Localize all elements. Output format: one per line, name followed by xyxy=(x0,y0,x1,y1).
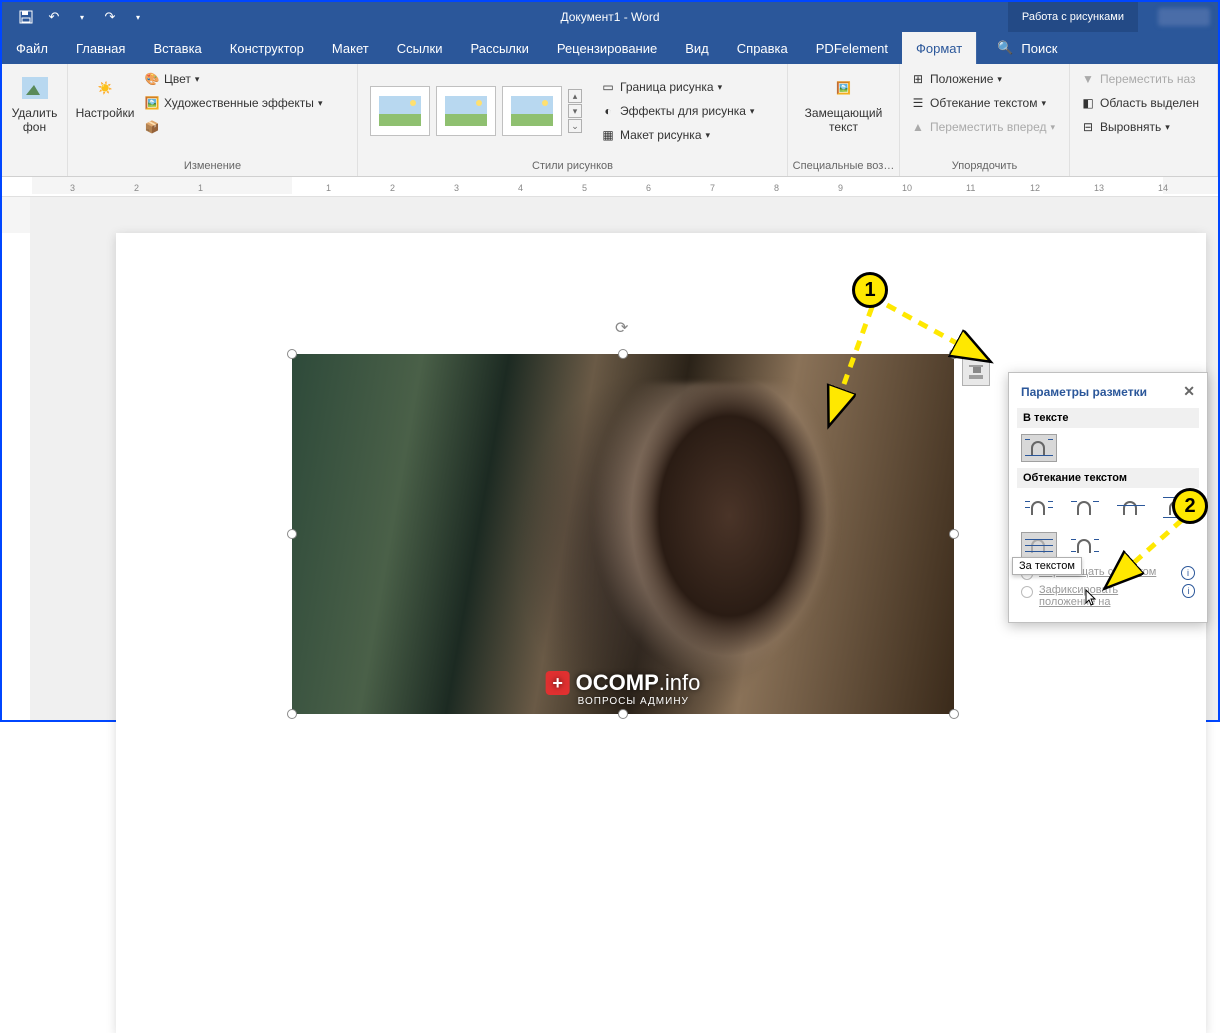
qat-customize-icon[interactable]: ▾ xyxy=(126,5,150,29)
brightness-icon: ☀️ xyxy=(89,72,121,104)
tab-home[interactable]: Главная xyxy=(62,32,139,64)
picture-effects-button[interactable]: ◐Эффекты для рисунка▾ xyxy=(596,100,758,122)
search-box[interactable]: 🔍 Поиск xyxy=(976,32,1077,64)
undo-dropdown-icon[interactable]: ▾ xyxy=(70,5,94,29)
remove-background-button[interactable]: Удалить фон xyxy=(8,68,61,138)
align-icon: ⊟ xyxy=(1080,119,1096,135)
selection-icon: ◧ xyxy=(1080,95,1096,111)
group-arrange-label: Упорядочить xyxy=(900,158,1069,176)
send-backward-button[interactable]: ▼Переместить наз xyxy=(1076,68,1203,90)
style-option-2[interactable] xyxy=(436,86,496,136)
backward-icon: ▼ xyxy=(1080,71,1096,87)
rotate-handle[interactable]: ⟳ xyxy=(615,318,631,334)
tab-layout[interactable]: Макет xyxy=(318,32,383,64)
tab-file[interactable]: Файл xyxy=(2,32,62,64)
wrap-through-option[interactable] xyxy=(1113,494,1149,522)
tab-format[interactable]: Формат xyxy=(902,32,976,64)
alt-text-icon: 🖼️ xyxy=(828,72,860,104)
position-icon: ⊞ xyxy=(910,71,926,87)
ribbon-tabs: Файл Главная Вставка Конструктор Макет С… xyxy=(2,32,1218,64)
resize-handle-tm[interactable] xyxy=(618,349,628,359)
wrap-square-option[interactable] xyxy=(1021,494,1057,522)
title-bar: ↶ ▾ ↷ ▾ Документ1 - Word Работа с рисунк… xyxy=(2,2,1218,32)
document-title: Документ1 - Word xyxy=(560,10,659,24)
radio-fix-position[interactable]: Зафиксировать положение наi xyxy=(1021,584,1195,608)
inserted-picture[interactable]: + OCOMP.info ВОПРОСЫ АДМИНУ ⟳ xyxy=(292,354,954,714)
wrap-icon: ☰ xyxy=(910,95,926,111)
picture-border-button[interactable]: ▭Граница рисунка▾ xyxy=(596,76,758,98)
corrections-button[interactable]: ☀️Настройки xyxy=(74,68,136,124)
resize-handle-lm[interactable] xyxy=(287,529,297,539)
layout-icon: ▦ xyxy=(600,127,616,143)
wrap-front-option[interactable] xyxy=(1067,532,1103,560)
border-icon: ▭ xyxy=(600,79,616,95)
group-styles-label: Стили рисунков xyxy=(358,158,787,176)
align-button[interactable]: ⊟Выровнять▾ xyxy=(1076,116,1203,138)
undo-icon[interactable]: ↶ xyxy=(42,5,66,29)
tab-insert[interactable]: Вставка xyxy=(139,32,215,64)
resize-handle-br[interactable] xyxy=(949,709,959,719)
resize-handle-tr[interactable] xyxy=(949,349,959,359)
wrap-inline-option[interactable] xyxy=(1021,434,1057,462)
tab-references[interactable]: Ссылки xyxy=(383,32,457,64)
resize-handle-bm[interactable] xyxy=(618,709,628,719)
close-icon[interactable]: ✕ xyxy=(1183,383,1195,400)
compress-button[interactable]: 📦 xyxy=(140,116,326,138)
tab-help[interactable]: Справка xyxy=(723,32,802,64)
redo-icon[interactable]: ↷ xyxy=(98,5,122,29)
save-icon[interactable] xyxy=(14,5,38,29)
palette-icon: 🎨 xyxy=(144,71,160,87)
photo-content: + OCOMP.info ВОПРОСЫ АДМИНУ xyxy=(292,354,954,714)
user-avatar[interactable] xyxy=(1158,8,1210,26)
plus-icon: + xyxy=(546,671,570,695)
callout-1: 1 xyxy=(852,272,888,308)
forward-icon: ▲ xyxy=(910,119,926,135)
selection-pane-button[interactable]: ◧Область выделен xyxy=(1076,92,1203,114)
picture-styles-gallery[interactable]: ▴▾⌄ xyxy=(364,86,588,136)
tab-review[interactable]: Рецензирование xyxy=(543,32,671,64)
position-button[interactable]: ⊞Положение▾ xyxy=(906,68,1059,90)
gallery-scroll[interactable]: ▴▾⌄ xyxy=(568,89,582,133)
resize-handle-rm[interactable] xyxy=(949,529,959,539)
contextual-tab-label: Работа с рисунками xyxy=(1008,2,1138,32)
section-wrap-label: Обтекание текстом xyxy=(1017,468,1199,488)
horizontal-ruler[interactable]: 3211234567891011121314 xyxy=(2,177,1218,197)
layout-options-button[interactable] xyxy=(962,358,990,386)
style-option-1[interactable] xyxy=(370,86,430,136)
picture-layout-button[interactable]: ▦Макет рисунка▾ xyxy=(596,124,758,146)
ribbon: Удалить фон ☀️Настройки 🎨Цвет▾ 🖼️Художес… xyxy=(2,64,1218,177)
group-adjust-label: Изменение xyxy=(68,158,357,176)
tab-pdfelement[interactable]: PDFelement xyxy=(802,32,902,64)
group-accessibility-label: Специальные воз… xyxy=(788,158,899,176)
resize-handle-bl[interactable] xyxy=(287,709,297,719)
tab-design[interactable]: Конструктор xyxy=(216,32,318,64)
tab-view[interactable]: Вид xyxy=(671,32,723,64)
alt-text-button[interactable]: 🖼️Замещающий текст xyxy=(794,68,893,138)
search-placeholder: Поиск xyxy=(1021,41,1057,56)
wrap-tight-option[interactable] xyxy=(1067,494,1103,522)
effects-icon: 🖼️ xyxy=(144,95,160,111)
callout-2: 2 xyxy=(1172,488,1208,524)
artistic-effects-button[interactable]: 🖼️Художественные эффекты▾ xyxy=(140,92,326,114)
info-icon[interactable]: i xyxy=(1182,584,1195,598)
mouse-cursor-icon xyxy=(1084,589,1098,607)
search-icon: 🔍 xyxy=(997,40,1013,56)
layout-panel-title: Параметры разметки xyxy=(1021,385,1147,399)
wrap-behind-option[interactable]: За текстом xyxy=(1021,532,1057,560)
info-icon[interactable]: i xyxy=(1181,566,1195,580)
compress-icon: 📦 xyxy=(144,119,160,135)
resize-handle-tl[interactable] xyxy=(287,349,297,359)
vertical-ruler[interactable] xyxy=(2,197,30,720)
watermark: + OCOMP.info ВОПРОСЫ АДМИНУ xyxy=(546,670,701,696)
shadow-icon: ◐ xyxy=(600,103,616,119)
style-option-3[interactable] xyxy=(502,86,562,136)
bring-forward-button[interactable]: ▲Переместить вперед▾ xyxy=(906,116,1059,138)
wrap-text-button[interactable]: ☰Обтекание текстом▾ xyxy=(906,92,1059,114)
section-inline-label: В тексте xyxy=(1017,408,1199,428)
tab-mailings[interactable]: Рассылки xyxy=(456,32,542,64)
color-button[interactable]: 🎨Цвет▾ xyxy=(140,68,326,90)
